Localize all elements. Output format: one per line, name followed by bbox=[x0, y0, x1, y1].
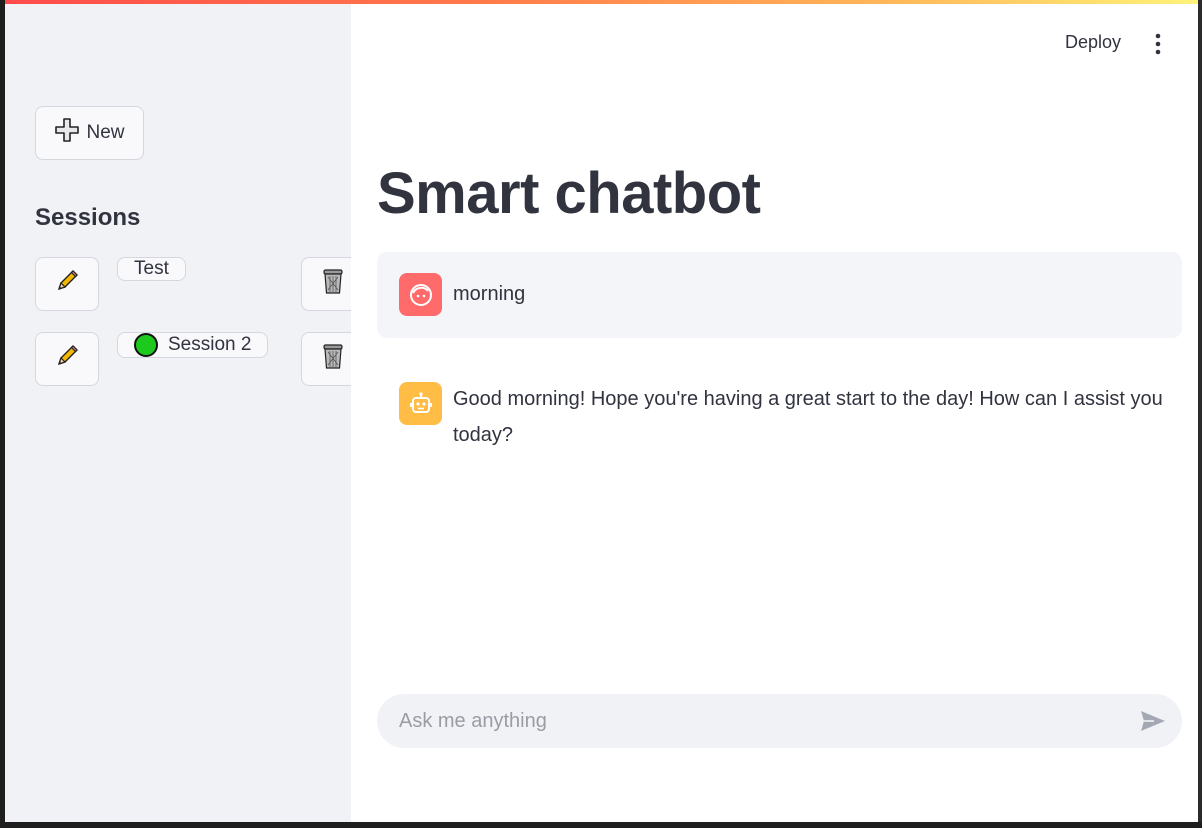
trash-icon bbox=[320, 342, 346, 376]
session-button-session-2[interactable]: Session 2 bbox=[117, 332, 269, 358]
robot-icon bbox=[399, 382, 442, 425]
user-face-icon bbox=[399, 273, 442, 316]
window-edge bbox=[1198, 0, 1202, 828]
plus-icon bbox=[54, 117, 80, 149]
session-label: Test bbox=[134, 258, 169, 279]
top-decoration-stripe bbox=[5, 0, 1198, 4]
chat-message-user: morning bbox=[377, 252, 1182, 338]
delete-session-button[interactable] bbox=[301, 257, 351, 311]
window-edge bbox=[0, 822, 1202, 828]
message-text: morning bbox=[453, 283, 526, 305]
pencil-icon bbox=[54, 343, 80, 375]
message-text: Good morning! Hope you're having a great… bbox=[453, 388, 1163, 446]
app-window: New Sessions Test Session 2 Deploy Smart… bbox=[5, 0, 1198, 822]
send-icon[interactable] bbox=[1140, 709, 1166, 733]
edit-session-button[interactable] bbox=[35, 257, 99, 311]
chat-input[interactable] bbox=[377, 694, 1117, 748]
chat-input-container bbox=[377, 694, 1182, 748]
session-button-test[interactable]: Test bbox=[117, 257, 186, 281]
sidebar: New Sessions Test Session 2 bbox=[5, 0, 351, 822]
trash-icon bbox=[320, 267, 346, 301]
sessions-heading: Sessions bbox=[35, 204, 141, 231]
chat-message-assistant: Good morning! Hope you're having a great… bbox=[377, 364, 1182, 474]
new-session-button[interactable]: New bbox=[35, 106, 144, 160]
pencil-icon bbox=[54, 268, 80, 300]
new-button-label: New bbox=[86, 122, 125, 143]
green-circle-icon bbox=[134, 333, 158, 357]
session-label: Session 2 bbox=[168, 334, 252, 355]
page-title: Smart chatbot bbox=[377, 161, 761, 226]
delete-session-button[interactable] bbox=[301, 332, 351, 386]
deploy-button[interactable]: Deploy bbox=[1065, 32, 1121, 53]
edit-session-button[interactable] bbox=[35, 332, 99, 386]
kebab-menu-icon[interactable] bbox=[1146, 30, 1170, 58]
main-area: Deploy Smart chatbot morning Good mornin… bbox=[351, 0, 1198, 822]
